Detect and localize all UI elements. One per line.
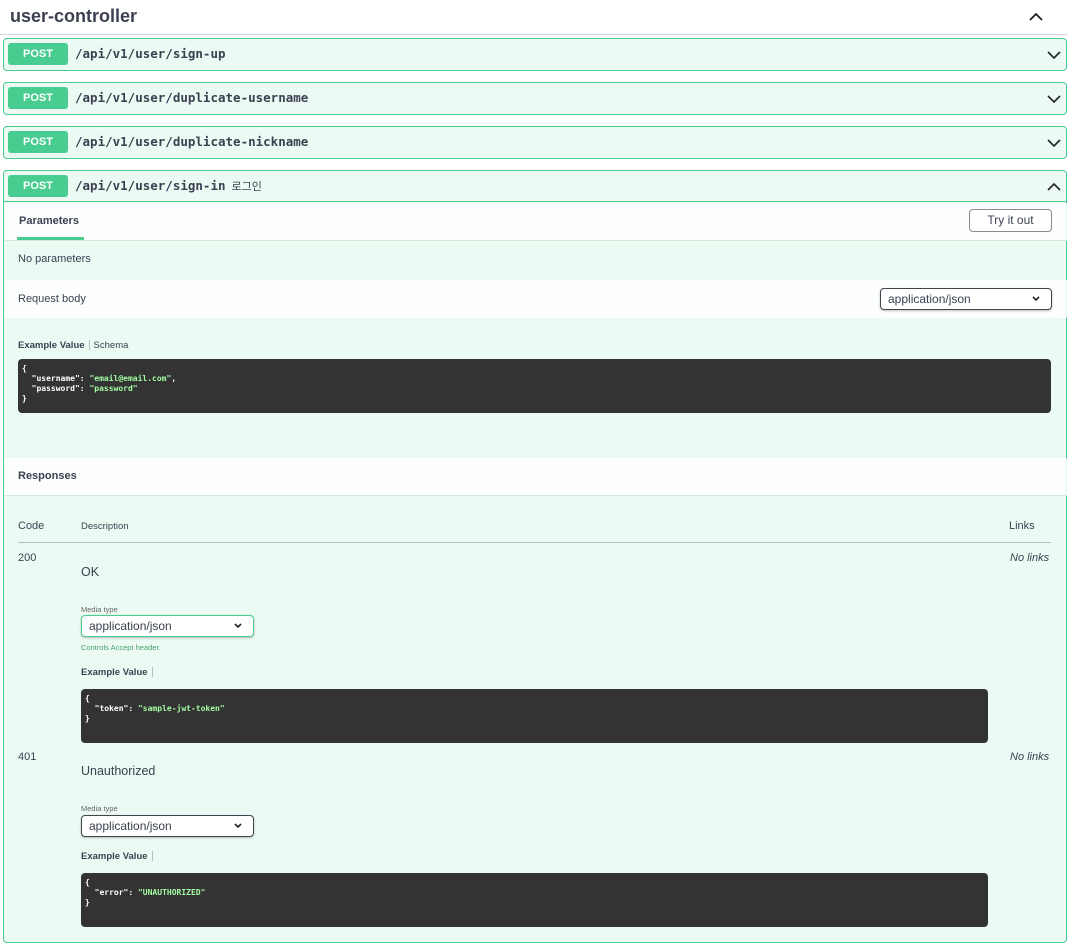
opblock-summary-duplicate-nickname[interactable]: POST /api/v1/user/duplicate-nickname bbox=[4, 127, 1066, 158]
opblock-duplicate-username: POST /api/v1/user/duplicate-username bbox=[3, 82, 1067, 115]
response-example-tab: Example Value bbox=[81, 667, 157, 678]
method-badge: POST bbox=[8, 87, 68, 109]
endpoint-summary: 로그인 bbox=[231, 181, 262, 193]
code-key: "password": bbox=[22, 384, 90, 393]
opblock-sign-in: POST /api/v1/user/sign-in 로그인 Parameters … bbox=[3, 170, 1067, 943]
column-description: Description bbox=[81, 521, 129, 532]
request-content-type-select[interactable]: application/json bbox=[880, 288, 1052, 310]
caret-down-icon bbox=[234, 623, 242, 629]
request-example-code: { "username": "email@email.com", "passwo… bbox=[18, 359, 1051, 413]
tab-parameters[interactable]: Parameters bbox=[19, 215, 79, 227]
response-example-tab: Example Value bbox=[81, 851, 157, 862]
method-badge: POST bbox=[8, 43, 68, 65]
code-string: "sample-jwt-token" bbox=[137, 704, 225, 713]
controls-accept-note: Controls Accept header. bbox=[81, 643, 161, 652]
try-it-out-button[interactable]: Try it out bbox=[969, 209, 1052, 232]
code-line: { bbox=[22, 364, 27, 373]
endpoint-path: /api/v1/user/sign-in 로그인 bbox=[75, 178, 262, 194]
endpoint-path: /api/v1/user/duplicate-username bbox=[75, 90, 309, 105]
tab-separator bbox=[151, 667, 153, 678]
responses-title: Responses bbox=[18, 470, 77, 482]
response-links: No links bbox=[1010, 552, 1050, 564]
chevron-down-icon[interactable] bbox=[1046, 91, 1062, 107]
example-value-tab[interactable]: Example Value bbox=[18, 340, 85, 351]
media-type-label: Media type bbox=[81, 804, 118, 813]
tag-title: user-controller bbox=[10, 6, 138, 26]
parameters-header: Parameters Try it out bbox=[5, 203, 1067, 241]
code-string: "email@email.com" bbox=[89, 374, 172, 383]
response-description: OK bbox=[81, 565, 100, 579]
code-key: "username": bbox=[22, 374, 90, 383]
response-code: 200 bbox=[18, 552, 37, 564]
code-line: } bbox=[85, 898, 90, 907]
column-code: Code bbox=[18, 520, 45, 532]
responses-header: Responses bbox=[5, 458, 1067, 496]
code-line: { bbox=[85, 694, 90, 703]
example-value-tab[interactable]: Example Value bbox=[81, 851, 148, 862]
opblock-summary-sign-up[interactable]: POST /api/v1/user/sign-up bbox=[4, 39, 1066, 70]
column-links: Links bbox=[1009, 520, 1035, 532]
tag-header[interactable]: user-controller bbox=[0, 0, 1068, 35]
response-media-type-value: application/json bbox=[89, 619, 172, 633]
opblock-summary-sign-in[interactable]: POST /api/v1/user/sign-in 로그인 bbox=[4, 171, 1066, 202]
chevron-up-icon[interactable] bbox=[1046, 179, 1062, 195]
tab-separator bbox=[88, 340, 90, 351]
example-value-tab[interactable]: Example Value bbox=[81, 667, 148, 678]
response-media-type-value: application/json bbox=[89, 819, 172, 833]
caret-down-icon bbox=[234, 823, 242, 829]
chevron-down-icon[interactable] bbox=[1046, 135, 1062, 151]
endpoint-path: /api/v1/user/duplicate-nickname bbox=[75, 134, 309, 149]
code-line: { bbox=[85, 878, 90, 887]
endpoint-path: /api/v1/user/sign-up bbox=[75, 46, 226, 61]
response-example-code: { "token": "sample-jwt-token" } bbox=[81, 689, 988, 743]
media-type-label: Media type bbox=[81, 605, 118, 614]
request-content-type-value: application/json bbox=[888, 292, 971, 306]
example-schema-tabs: Example Value Schema bbox=[18, 340, 128, 351]
response-code: 401 bbox=[18, 751, 37, 763]
caret-down-icon bbox=[1032, 296, 1040, 302]
response-links: No links bbox=[1010, 751, 1050, 763]
response-description: Unauthorized bbox=[81, 764, 156, 778]
opblock-sign-up: POST /api/v1/user/sign-up bbox=[3, 38, 1067, 71]
code-punct: , bbox=[171, 374, 177, 383]
code-line: } bbox=[22, 394, 27, 403]
code-key: "error": bbox=[85, 888, 138, 897]
tab-separator bbox=[151, 851, 153, 862]
columns-divider bbox=[18, 542, 1051, 543]
request-body-label: Request body bbox=[18, 293, 86, 305]
response-media-type-select[interactable]: application/json bbox=[81, 815, 254, 837]
chevron-up-icon[interactable] bbox=[1026, 7, 1046, 27]
code-line: } bbox=[85, 714, 90, 723]
no-parameters-text: No parameters bbox=[18, 253, 91, 265]
request-body-header: Request body application/json bbox=[5, 280, 1067, 318]
tab-active-indicator bbox=[17, 237, 84, 240]
code-string: "UNAUTHORIZED" bbox=[137, 888, 206, 897]
method-badge: POST bbox=[8, 175, 68, 197]
chevron-down-icon[interactable] bbox=[1046, 47, 1062, 63]
schema-tab[interactable]: Schema bbox=[94, 340, 129, 351]
response-media-type-select[interactable]: application/json bbox=[81, 615, 254, 637]
code-string: "password" bbox=[89, 384, 138, 393]
opblock-duplicate-nickname: POST /api/v1/user/duplicate-nickname bbox=[3, 126, 1067, 159]
code-key: "token": bbox=[85, 704, 138, 713]
endpoint-path-text: /api/v1/user/sign-in bbox=[75, 178, 226, 193]
opblock-summary-duplicate-username[interactable]: POST /api/v1/user/duplicate-username bbox=[4, 83, 1066, 114]
method-badge: POST bbox=[8, 131, 68, 153]
response-example-code: { "error": "UNAUTHORIZED" } bbox=[81, 873, 988, 927]
